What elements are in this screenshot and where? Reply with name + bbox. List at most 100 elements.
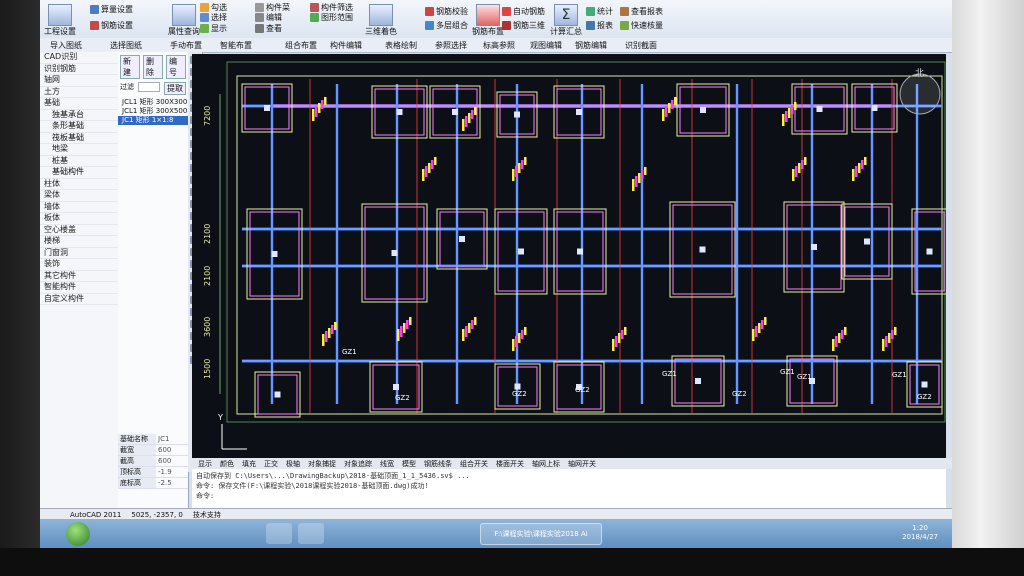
toggle-tab[interactable]: 模型 bbox=[402, 459, 416, 469]
multi-layer-button[interactable]: 多层组合 bbox=[425, 20, 468, 31]
tree-item[interactable]: 门窗洞 bbox=[40, 248, 118, 259]
rebar-edit-button[interactable]: 钢筋编辑 bbox=[575, 40, 607, 51]
view-button[interactable]: 查看 bbox=[255, 23, 282, 34]
rebar-place-button[interactable]: 钢筋布置 bbox=[472, 4, 504, 37]
toggle-tab[interactable]: 填充 bbox=[242, 459, 256, 469]
3d-shade-button[interactable]: 三维着色 bbox=[365, 4, 397, 37]
toggle-tab[interactable]: 显示 bbox=[198, 459, 212, 469]
toggle-tab[interactable]: 对象追踪 bbox=[344, 459, 372, 469]
property-value[interactable]: -2.5 bbox=[156, 478, 172, 488]
table-draw-button[interactable]: 表格绘制 bbox=[385, 40, 417, 51]
calc-summary-button[interactable]: Σ 计算汇总 bbox=[550, 4, 582, 37]
elevation-reference-button[interactable]: 标高参照 bbox=[483, 40, 515, 51]
tree-item[interactable]: 自定义构件 bbox=[40, 294, 118, 305]
select-button[interactable]: 选择 bbox=[200, 12, 227, 23]
start-orb-icon[interactable] bbox=[66, 522, 90, 546]
tree-item[interactable]: 墙体 bbox=[40, 202, 118, 213]
edit-button[interactable]: 编辑 bbox=[255, 12, 282, 23]
tree-item[interactable]: 楼梯 bbox=[40, 236, 118, 248]
tree-item[interactable]: 柱体 bbox=[40, 179, 118, 190]
manual-place-button[interactable]: 手动布置 bbox=[170, 40, 202, 51]
tree-item[interactable]: 识别钢筋 bbox=[40, 64, 118, 75]
toggle-tab[interactable]: 对象捕捉 bbox=[308, 459, 336, 469]
active-task-button[interactable]: F:\课程实验\课程实验2018 Ai bbox=[480, 523, 602, 545]
column-stub bbox=[695, 378, 701, 384]
tree-item[interactable]: 基础 bbox=[40, 98, 118, 110]
rebar-3d-button[interactable]: 钢筋三维 bbox=[502, 20, 545, 31]
property-row[interactable]: 截高 600 bbox=[118, 456, 188, 467]
command-window[interactable]: 自动保存到 C:\Users\...\DrawingBackup\2018-基础… bbox=[192, 469, 946, 509]
rename-button[interactable]: 编号 bbox=[166, 55, 186, 79]
system-clock[interactable]: 1:20 2018/4/27 bbox=[902, 524, 938, 542]
toggle-tab[interactable]: 轴网上标 bbox=[532, 459, 560, 469]
extract-button[interactable]: 提取 bbox=[164, 82, 186, 95]
combo-place-button[interactable]: 组合布置 bbox=[285, 40, 317, 51]
rebar-annotation bbox=[674, 97, 677, 105]
tree-item[interactable]: 智能构件 bbox=[40, 282, 118, 294]
component-list-row[interactable]: JCL1 矩形 300X300 bbox=[118, 98, 188, 107]
rebar-check-button[interactable]: 钢筋校验 bbox=[425, 6, 468, 17]
tree-item[interactable]: 土方 bbox=[40, 87, 118, 98]
select-drawing-button[interactable]: 选择图纸 bbox=[110, 40, 142, 51]
property-row[interactable]: 截宽 600 bbox=[118, 445, 188, 456]
quick-check-button[interactable]: 快速核量 bbox=[620, 20, 663, 31]
filter-input[interactable] bbox=[138, 82, 160, 92]
component-edit-button[interactable]: 构件编辑 bbox=[330, 40, 362, 51]
property-value[interactable]: -1.9 bbox=[156, 467, 172, 477]
toggle-tab[interactable]: 极轴 bbox=[286, 459, 300, 469]
autocad-taskbar-icon[interactable] bbox=[298, 523, 324, 544]
view-report-button[interactable]: 查看报表 bbox=[620, 6, 663, 17]
property-row[interactable]: 顶标高 -1.9 bbox=[118, 467, 188, 478]
toggle-tab[interactable]: 线宽 bbox=[380, 459, 394, 469]
cad-drawing-area[interactable]: 7200 2100 2100 3600 1500 GZ1 GZ1 GZ2 GZ2 GZ1 GZ2 GZ… bbox=[192, 54, 948, 458]
tree-item[interactable]: 其它构件 bbox=[40, 271, 118, 282]
tree-item[interactable]: 地梁 bbox=[40, 144, 118, 156]
rebar-settings-button[interactable]: 钢筋设置 bbox=[90, 20, 133, 31]
tree-item[interactable]: 筏板基础 bbox=[40, 133, 118, 144]
component-list-row[interactable]: JCL1 矩形 300X500 bbox=[118, 107, 188, 116]
toggle-tab[interactable]: 轴网开关 bbox=[568, 459, 596, 469]
property-value[interactable]: 600 bbox=[156, 456, 171, 466]
project-settings-button[interactable]: 工程设置 bbox=[44, 4, 76, 37]
property-row[interactable]: 基础名称 JC1 bbox=[118, 434, 188, 445]
reference-select-button[interactable]: 参照选择 bbox=[435, 40, 467, 51]
toggle-tab[interactable]: 楼面开关 bbox=[496, 459, 524, 469]
new-button[interactable]: 新建 bbox=[120, 55, 140, 79]
report-button[interactable]: 报表 bbox=[586, 20, 613, 31]
tree-item[interactable]: 梁体 bbox=[40, 190, 118, 202]
tree-item[interactable]: 基础构件 bbox=[40, 167, 118, 179]
toggle-tab[interactable]: 组合开关 bbox=[460, 459, 488, 469]
ie-taskbar-icon[interactable] bbox=[266, 523, 292, 544]
rebar-annotation bbox=[512, 169, 515, 181]
auto-rebar-button[interactable]: 自动钢筋 bbox=[502, 6, 545, 17]
calc-settings-button[interactable]: 算量设置 bbox=[90, 4, 133, 15]
tree-item[interactable]: 板体 bbox=[40, 213, 118, 225]
stats-button[interactable]: 统计 bbox=[586, 6, 613, 17]
property-row[interactable]: 底标高 -2.5 bbox=[118, 478, 188, 489]
component-list-row[interactable]: JC1 矩形 1×1:8 bbox=[118, 116, 188, 125]
tree-item[interactable]: 独基承台 bbox=[40, 110, 118, 121]
property-value[interactable]: JC1 bbox=[156, 434, 169, 444]
toggle-tab[interactable]: 颜色 bbox=[220, 459, 234, 469]
tree-item[interactable]: 轴网 bbox=[40, 75, 118, 87]
tree-item[interactable]: 桩基 bbox=[40, 156, 118, 167]
view-edit-button[interactable]: 观图编辑 bbox=[530, 40, 562, 51]
graphic-range-button[interactable]: 图形范围 bbox=[310, 12, 353, 23]
tree-item[interactable]: 装饰 bbox=[40, 259, 118, 271]
import-drawing-button[interactable]: 导入图纸 bbox=[50, 40, 82, 51]
support-link[interactable]: 技术支持 bbox=[193, 510, 221, 520]
cad-canvas[interactable]: 72002100210036001500GZ1GZ1GZ2GZ2GZ1GZ2 GZ… bbox=[192, 54, 948, 458]
tree-item[interactable]: 条形基础 bbox=[40, 121, 118, 133]
identify-section-button[interactable]: 识别截面 bbox=[625, 40, 657, 51]
tree-item[interactable]: 空心楼盖 bbox=[40, 225, 118, 236]
toggle-tab[interactable]: 钢筋线条 bbox=[424, 459, 452, 469]
tree-item[interactable]: CAD识别 bbox=[40, 52, 118, 64]
property-query-button[interactable]: 属性查询 bbox=[168, 4, 200, 37]
delete-button[interactable]: 删除 bbox=[143, 55, 163, 79]
toggle-tab[interactable]: 正交 bbox=[264, 459, 278, 469]
smart-place-button[interactable]: 智能布置 bbox=[220, 40, 252, 51]
gz-label: GZ1 bbox=[892, 371, 907, 379]
display-button[interactable]: 显示 bbox=[200, 23, 227, 34]
command-prompt[interactable]: 命令: bbox=[196, 491, 942, 501]
property-value[interactable]: 600 bbox=[156, 445, 171, 455]
